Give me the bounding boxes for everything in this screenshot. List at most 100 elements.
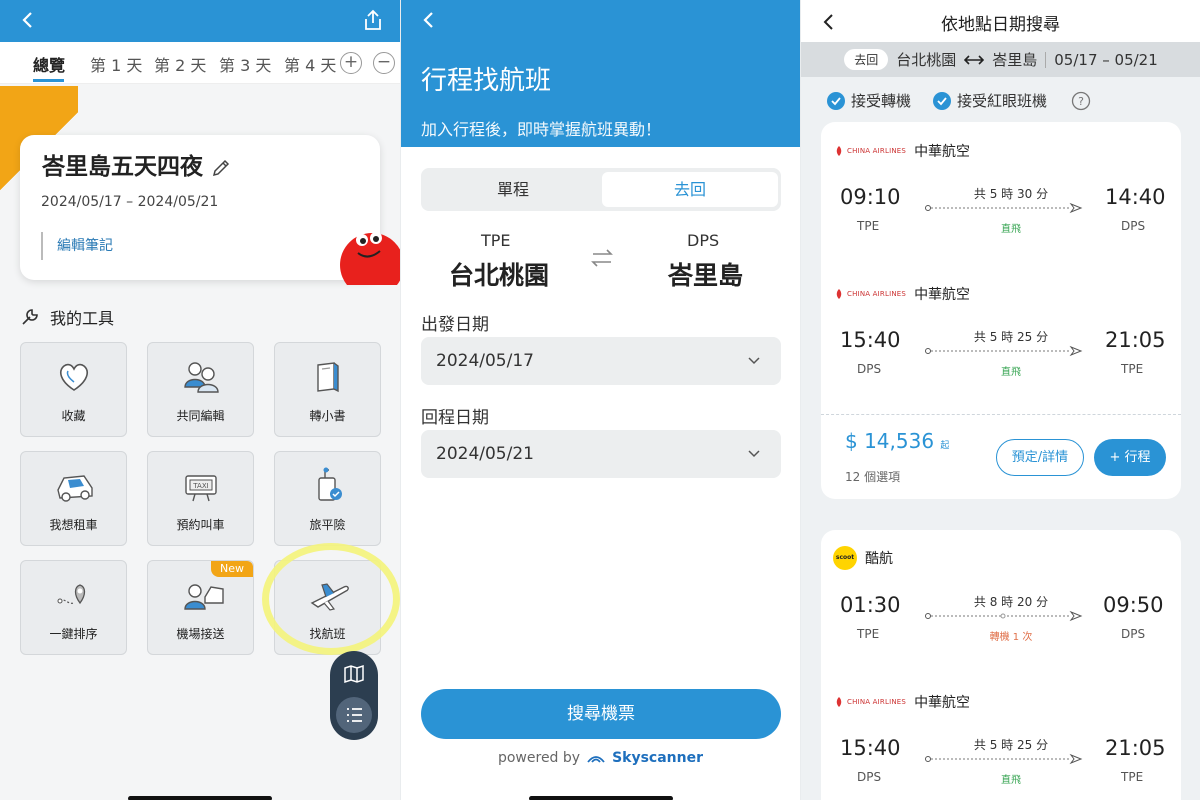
arrival-code: DPS <box>1121 627 1146 641</box>
round-trip-option[interactable]: 去回 <box>602 172 778 207</box>
list-icon[interactable] <box>336 697 372 733</box>
highlight-circle <box>262 543 400 655</box>
swap-icon[interactable] <box>590 246 614 270</box>
luggage-shield-icon <box>308 466 348 506</box>
trip-type-pill: 去回 <box>844 49 889 70</box>
my-tools-heading: 我的工具 <box>20 305 114 329</box>
flight-path-icon <box>925 752 1085 766</box>
arrival-time: 21:05 <box>1105 736 1166 760</box>
back-icon[interactable] <box>20 10 36 30</box>
map-icon[interactable] <box>343 663 365 685</box>
route-pin-icon <box>54 575 94 615</box>
skyscanner-logo-icon <box>586 752 606 764</box>
departure-time: 15:40 <box>840 328 901 352</box>
flight-path-icon <box>925 344 1085 358</box>
origin-city[interactable]: 台北桃園 <box>449 256 549 292</box>
wrench-icon <box>20 307 40 327</box>
trip-overview-panel: 總覽 第 1 天 第 2 天 第 3 天 第 4 天 + − 峇里島五天四夜 2… <box>0 0 400 800</box>
flight-path-icon <box>925 201 1085 215</box>
tab-day-4[interactable]: 第 4 天 <box>284 52 336 76</box>
tab-day-3[interactable]: 第 3 天 <box>219 52 271 76</box>
tab-day-2[interactable]: 第 2 天 <box>154 52 206 76</box>
arrival-time: 14:40 <box>1105 185 1166 209</box>
direct-tag: 直飛 <box>1001 367 1021 378</box>
tool-booklet[interactable]: 轉小書 <box>274 342 381 437</box>
taxi-icon: TAXI <box>181 466 221 506</box>
departure-time: 09:10 <box>840 185 901 209</box>
filters: 接受轉機 接受紅眼班機 ? <box>827 90 1091 111</box>
floating-view-switcher <box>330 651 378 740</box>
departure-time: 15:40 <box>840 736 901 760</box>
header: 行程找航班 加入行程後，即時掌握航班異動！ <box>401 0 800 147</box>
trip-type-toggle: 單程 去回 <box>421 168 781 211</box>
depart-date-field[interactable]: 2024/05/17 <box>421 337 781 385</box>
back-icon[interactable] <box>421 10 437 30</box>
direct-tag: 直飛 <box>1001 224 1021 235</box>
help-icon[interactable]: ? <box>1071 91 1091 111</box>
chevron-down-icon <box>747 447 761 461</box>
route-summary[interactable]: 去回 台北桃園 峇里島 05/17 – 05/21 <box>801 42 1200 77</box>
airline-name: 中華航空 <box>914 695 971 711</box>
tool-one-click-sort[interactable]: 一鍵排序 <box>20 560 127 655</box>
checkmark-icon <box>827 91 845 110</box>
top-bar <box>0 0 400 42</box>
tool-airport-transfer[interactable]: New 機場接送 <box>147 560 254 655</box>
search-flights-button[interactable]: 搜尋機票 <box>421 689 781 739</box>
trip-card: 峇里島五天四夜 2024/05/17 – 2024/05/21 編輯筆記 <box>20 135 380 280</box>
origin-code: TPE <box>481 231 511 250</box>
book-details-button[interactable]: 預定/詳情 <box>996 439 1084 476</box>
duration: 共 8 時 20 分 <box>973 595 1049 609</box>
home-indicator <box>128 796 272 800</box>
departure-code: TPE <box>857 627 880 641</box>
find-flights-panel: 行程找航班 加入行程後，即時掌握航班異動！ 單程 去回 TPE 台北桃園 DPS… <box>401 0 800 800</box>
departure-time: 01:30 <box>840 593 901 617</box>
airline-name: 中華航空 <box>914 144 971 160</box>
departure-code: DPS <box>857 770 882 784</box>
trip-dates: 2024/05/17 – 2024/05/21 <box>41 194 219 210</box>
add-day-button[interactable]: + <box>340 52 362 74</box>
tool-travel-insurance[interactable]: 旅平險 <box>274 451 381 546</box>
chevron-down-icon <box>747 354 761 368</box>
duration: 共 5 時 30 分 <box>973 187 1049 201</box>
arrival-time: 09:50 <box>1103 593 1164 617</box>
tool-car-rental[interactable]: 我想租車 <box>20 451 127 546</box>
page-title: 依地點日期搜尋 <box>941 15 1060 35</box>
add-to-itinerary-button[interactable]: + 行程 <box>1094 439 1166 476</box>
trip-title: 峇里島五天四夜 <box>42 154 203 180</box>
edit-pencil-icon[interactable] <box>211 158 231 178</box>
china-airlines-logo-icon: CHINA AIRLINES <box>833 289 906 299</box>
airline-name: 中華航空 <box>914 287 971 303</box>
tool-favorites[interactable]: 收藏 <box>20 342 127 437</box>
price: $ 14,536 起 <box>845 429 950 453</box>
card-divider <box>821 414 1181 415</box>
duration: 共 5 時 25 分 <box>973 330 1049 344</box>
tool-book-taxi[interactable]: TAXI 預約叫車 <box>147 451 254 546</box>
direct-tag: 直飛 <box>1001 775 1021 786</box>
flight-result-card[interactable]: CHINA AIRLINES 中華航空 09:10 TPE 共 5 時 30 分… <box>821 122 1181 499</box>
airline-name: 酷航 <box>865 551 893 567</box>
remove-day-button[interactable]: − <box>373 52 395 74</box>
flight-result-card[interactable]: scoot 酷航 01:30 TPE 共 8 時 20 分 轉機 1 次 09:… <box>821 530 1181 800</box>
home-indicator <box>529 796 673 800</box>
share-icon[interactable] <box>362 8 384 32</box>
tool-co-edit[interactable]: 共同編輯 <box>147 342 254 437</box>
china-airlines-logo-icon: CHINA AIRLINES <box>833 146 906 156</box>
destination-code: DPS <box>687 231 720 250</box>
tab-overview[interactable]: 總覽 <box>33 52 65 76</box>
accept-transfer-checkbox[interactable]: 接受轉機 <box>827 90 911 111</box>
transfer-tag: 轉機 1 次 <box>989 632 1033 643</box>
top-bar: 依地點日期搜尋 <box>801 0 1200 42</box>
accept-redeye-checkbox[interactable]: 接受紅眼班機 ? <box>933 90 1091 111</box>
scoot-logo-icon: scoot <box>833 546 857 570</box>
powered-by: powered by Skyscanner <box>497 750 704 766</box>
depart-date-label: 出發日期 <box>421 315 489 335</box>
destination-city[interactable]: 峇里島 <box>668 256 743 292</box>
departure-code: TPE <box>857 219 880 233</box>
book-icon <box>308 357 348 397</box>
one-way-option[interactable]: 單程 <box>425 172 601 207</box>
tab-day-1[interactable]: 第 1 天 <box>90 52 142 76</box>
edit-notes-link[interactable]: 編輯筆記 <box>41 232 113 260</box>
route-dates: 05/17 – 05/21 <box>1054 50 1158 69</box>
return-date-label: 回程日期 <box>421 408 489 428</box>
return-date-field[interactable]: 2024/05/21 <box>421 430 781 478</box>
